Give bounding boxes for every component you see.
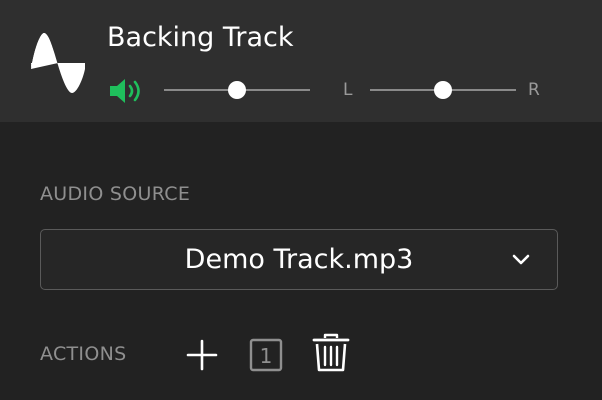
layer-number: 1 [260,344,273,368]
volume-slider[interactable] [164,80,310,100]
pan-left-label: L [343,80,353,100]
audio-source-label: AUDIO SOURCE [40,183,191,205]
audio-source-value: Demo Track.mp3 [184,244,414,275]
pan-right-label: R [528,80,540,100]
pan-slider[interactable] [370,80,516,100]
trash-icon[interactable] [312,333,350,373]
track-title: Backing Track [107,22,294,53]
plus-icon[interactable] [186,339,218,371]
audio-source-select[interactable]: Demo Track.mp3 [40,229,558,290]
pan-slider-thumb[interactable] [434,81,452,99]
volume-slider-thumb[interactable] [228,81,246,99]
chevron-down-icon [512,254,530,265]
numbered-box-icon[interactable]: 1 [249,338,283,372]
speaker-icon[interactable] [108,77,146,105]
sine-wave-icon [31,33,85,93]
track-header: Backing Track L R [0,0,602,122]
actions-label: ACTIONS [40,343,127,365]
